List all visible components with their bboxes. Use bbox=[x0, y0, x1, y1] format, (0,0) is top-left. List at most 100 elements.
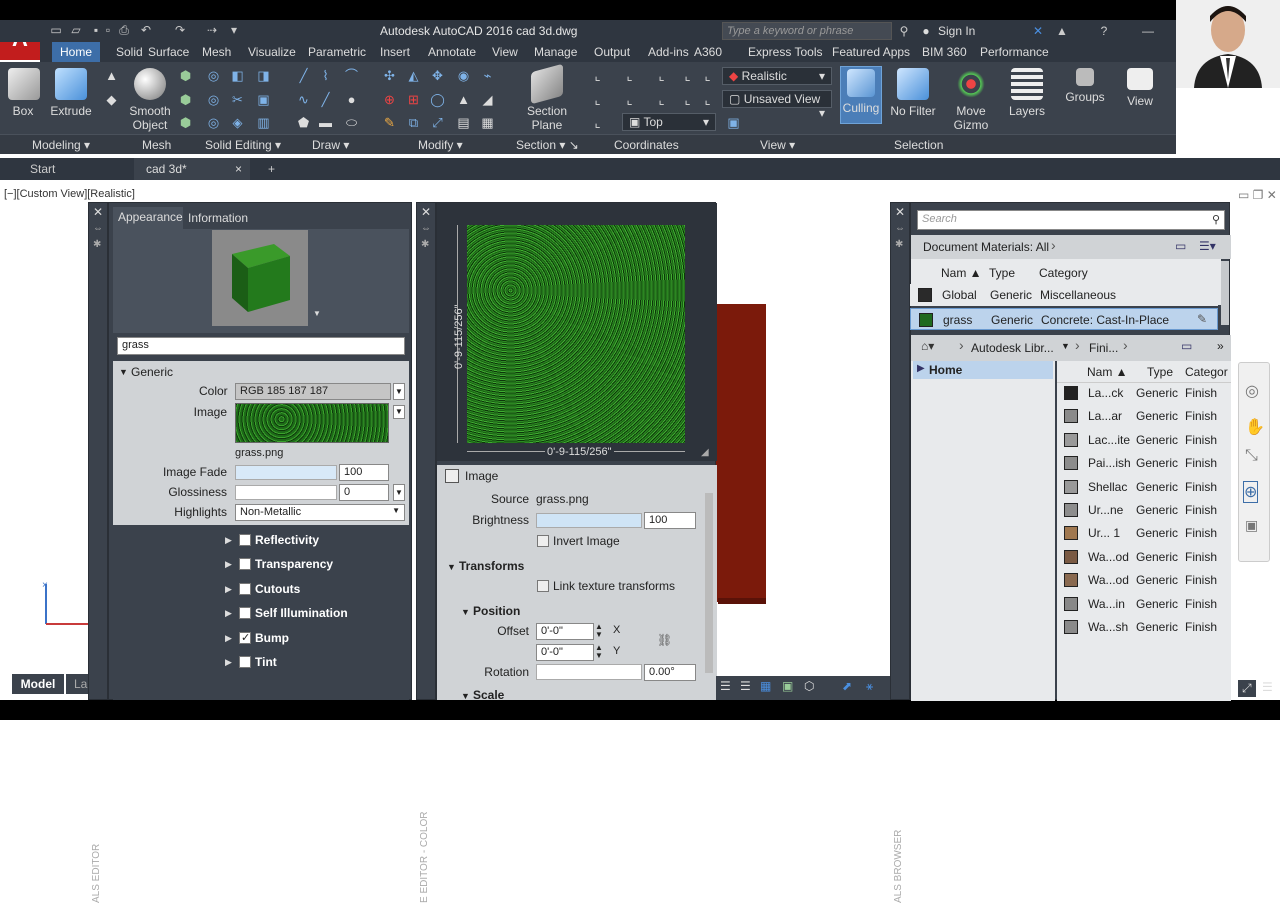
expand-icon[interactable]: ▶ bbox=[225, 559, 232, 570]
section-checkbox[interactable] bbox=[239, 583, 251, 595]
spline-icon[interactable]: ∿ bbox=[296, 92, 311, 107]
fullscreen-icon[interactable]: ⤢ bbox=[1238, 680, 1256, 697]
menu-tab-surface[interactable]: Surface bbox=[148, 45, 189, 59]
extract-icon[interactable]: ◎ bbox=[206, 115, 221, 130]
image-header[interactable]: Image bbox=[465, 469, 498, 483]
polygon-icon[interactable]: ⬟ bbox=[296, 115, 311, 130]
workspace-icon[interactable]: ⬡ bbox=[804, 679, 814, 693]
texture-preview-image[interactable] bbox=[467, 225, 685, 443]
library-material-row[interactable]: La...arGenericFinish bbox=[1058, 405, 1228, 428]
transforms-expand-icon[interactable]: ▼ bbox=[447, 562, 456, 572]
visual-style-dropdown[interactable]: ◆ Realistic▾ bbox=[722, 67, 832, 85]
showmotion-icon[interactable]: ▣ bbox=[1245, 517, 1258, 534]
move3d-icon[interactable]: ✥ bbox=[430, 68, 445, 83]
rotation-value[interactable]: 0.00° bbox=[644, 664, 696, 681]
offset-y-spinner-icon[interactable]: ▲▼ bbox=[595, 644, 603, 660]
ellipse-icon[interactable]: ⬭ bbox=[344, 115, 359, 130]
ucs-named-icon[interactable]: ⌞ bbox=[590, 115, 605, 130]
separate-icon[interactable]: ▥ bbox=[256, 115, 271, 130]
expand-icon[interactable]: ▶ bbox=[225, 657, 232, 668]
section-checkbox[interactable]: ✓ bbox=[239, 632, 251, 644]
section-checkbox[interactable] bbox=[239, 607, 251, 619]
position-expand-icon[interactable]: ▼ bbox=[461, 607, 470, 617]
box-button[interactable]: Box bbox=[8, 68, 38, 118]
saved-view-dropdown[interactable]: ▢ Unsaved View▾ bbox=[722, 90, 832, 108]
glossiness-dropdown-icon[interactable]: ▼ bbox=[393, 484, 405, 501]
link-texture-checkbox[interactable] bbox=[537, 580, 549, 592]
explode-icon[interactable]: ▦ bbox=[480, 115, 495, 130]
properties-icon[interactable]: ✱ bbox=[895, 239, 903, 250]
section-plane-button[interactable]: Section Plane bbox=[524, 68, 570, 132]
library-view-icon[interactable]: ▭ bbox=[1181, 339, 1192, 353]
rotation-slider[interactable] bbox=[536, 664, 642, 680]
tree-expand-icon[interactable]: ▶ bbox=[917, 363, 925, 374]
panel-coordinates[interactable]: Coordinates bbox=[614, 138, 679, 152]
annotation-icon[interactable]: ⚹ bbox=[866, 679, 873, 694]
ucs-face-icon[interactable]: ⌞ bbox=[680, 68, 695, 83]
menu-icon[interactable]: ☰ bbox=[720, 679, 731, 693]
lib-col-category-header[interactable]: Categor bbox=[1185, 365, 1228, 379]
document-material-row[interactable]: GlobalGenericMiscellaneous bbox=[910, 284, 1218, 306]
minimize-icon[interactable]: — bbox=[1140, 23, 1156, 39]
close-icon[interactable]: ✕ bbox=[895, 205, 905, 219]
intersect-icon[interactable]: ◨ bbox=[256, 68, 271, 83]
position-header[interactable]: Position bbox=[473, 604, 520, 618]
section-checkbox[interactable] bbox=[239, 656, 251, 668]
panel-modeling[interactable]: Modeling ▾ bbox=[32, 138, 90, 152]
view-top-dropdown[interactable]: ▣ Top▾ bbox=[622, 113, 716, 131]
a360-icon[interactable]: ▲ bbox=[1054, 23, 1070, 39]
highlights-dropdown[interactable]: Non-Metallic▼ bbox=[235, 504, 405, 521]
list-options-icon[interactable]: ☰▾ bbox=[1199, 239, 1216, 253]
autohide-icon[interactable]: ⇔ bbox=[895, 223, 905, 234]
pan-icon[interactable]: ✋ bbox=[1245, 417, 1265, 437]
close-icon[interactable]: ✕ bbox=[421, 205, 431, 219]
library-material-row[interactable]: Pai...ishGenericFinish bbox=[1058, 452, 1228, 475]
new-tab-button[interactable]: + bbox=[256, 158, 280, 180]
tab-start[interactable]: Start bbox=[18, 158, 118, 180]
view-toggle-icon[interactable]: ▭ bbox=[1175, 239, 1186, 253]
edit-material-icon[interactable]: ✎ bbox=[1197, 312, 1207, 326]
color-field[interactable]: RGB 185 187 187 bbox=[235, 383, 391, 400]
rectangle-icon[interactable]: ▬ bbox=[318, 115, 333, 130]
ucs-zaxis-icon[interactable]: ⌞ bbox=[654, 92, 669, 107]
viewport-controls-icon[interactable]: ▭ ❐ ✕ bbox=[1238, 188, 1277, 202]
section-checkbox[interactable] bbox=[239, 558, 251, 570]
menu-tab-mesh[interactable]: Mesh bbox=[202, 45, 231, 59]
interfere-icon[interactable]: ✂ bbox=[230, 92, 245, 107]
mesh-refine-icon[interactable]: ⬢ bbox=[178, 92, 193, 107]
array-icon[interactable]: ⊞ bbox=[406, 92, 421, 107]
snap-icon[interactable]: ▣ bbox=[782, 679, 793, 693]
erase-icon[interactable]: ✎ bbox=[382, 115, 397, 130]
menu-tab-output[interactable]: Output bbox=[594, 45, 630, 59]
color-dropdown-icon[interactable]: ▼ bbox=[393, 383, 405, 400]
redo-icon[interactable]: ↷ bbox=[172, 22, 188, 38]
no-filter-button[interactable]: No Filter bbox=[888, 68, 938, 118]
slice-icon[interactable]: ◎ bbox=[206, 92, 221, 107]
ucs-3point-icon[interactable]: ⌞ bbox=[680, 92, 695, 107]
document-material-row[interactable]: grassGenericConcrete: Cast-In-Place✎ bbox=[910, 308, 1218, 330]
menu-tab-performance[interactable]: Performance bbox=[980, 45, 1049, 59]
col-category-header[interactable]: Category bbox=[1039, 266, 1088, 280]
panel-modify[interactable]: Modify ▾ bbox=[418, 138, 463, 152]
thicken-icon[interactable]: ▣ bbox=[256, 92, 271, 107]
rotate3d-icon[interactable]: ◉ bbox=[456, 68, 471, 83]
menu-tab-home[interactable]: Home bbox=[52, 42, 100, 62]
open-icon[interactable]: ▱ bbox=[68, 22, 84, 38]
mirror-icon[interactable]: ◭ bbox=[406, 68, 421, 83]
section-checkbox[interactable] bbox=[239, 534, 251, 546]
panel-draw[interactable]: Draw ▾ bbox=[312, 138, 349, 152]
expand-icon[interactable]: ▶ bbox=[225, 608, 232, 619]
doc-materials-scrollbar[interactable] bbox=[1221, 261, 1229, 325]
union-icon[interactable]: ◎ bbox=[206, 68, 221, 83]
properties-icon[interactable]: ✱ bbox=[421, 239, 429, 250]
extrude-button[interactable]: Extrude bbox=[50, 68, 92, 118]
smooth-object-button[interactable]: Smooth Object bbox=[128, 68, 172, 132]
exchange-icon[interactable]: ✕ bbox=[1030, 23, 1046, 39]
circle-icon[interactable]: ● bbox=[344, 92, 359, 107]
resize-grip-icon[interactable]: ◢ bbox=[701, 447, 709, 458]
col-name-header[interactable]: Nam ▲ bbox=[941, 266, 982, 280]
library-material-row[interactable]: Wa...odGenericFinish bbox=[1058, 569, 1228, 592]
view-button[interactable]: View bbox=[1120, 68, 1160, 108]
dynamic-ucs-icon[interactable]: ⬈ bbox=[842, 679, 852, 693]
customize-icon[interactable]: ☰ bbox=[1262, 680, 1273, 694]
